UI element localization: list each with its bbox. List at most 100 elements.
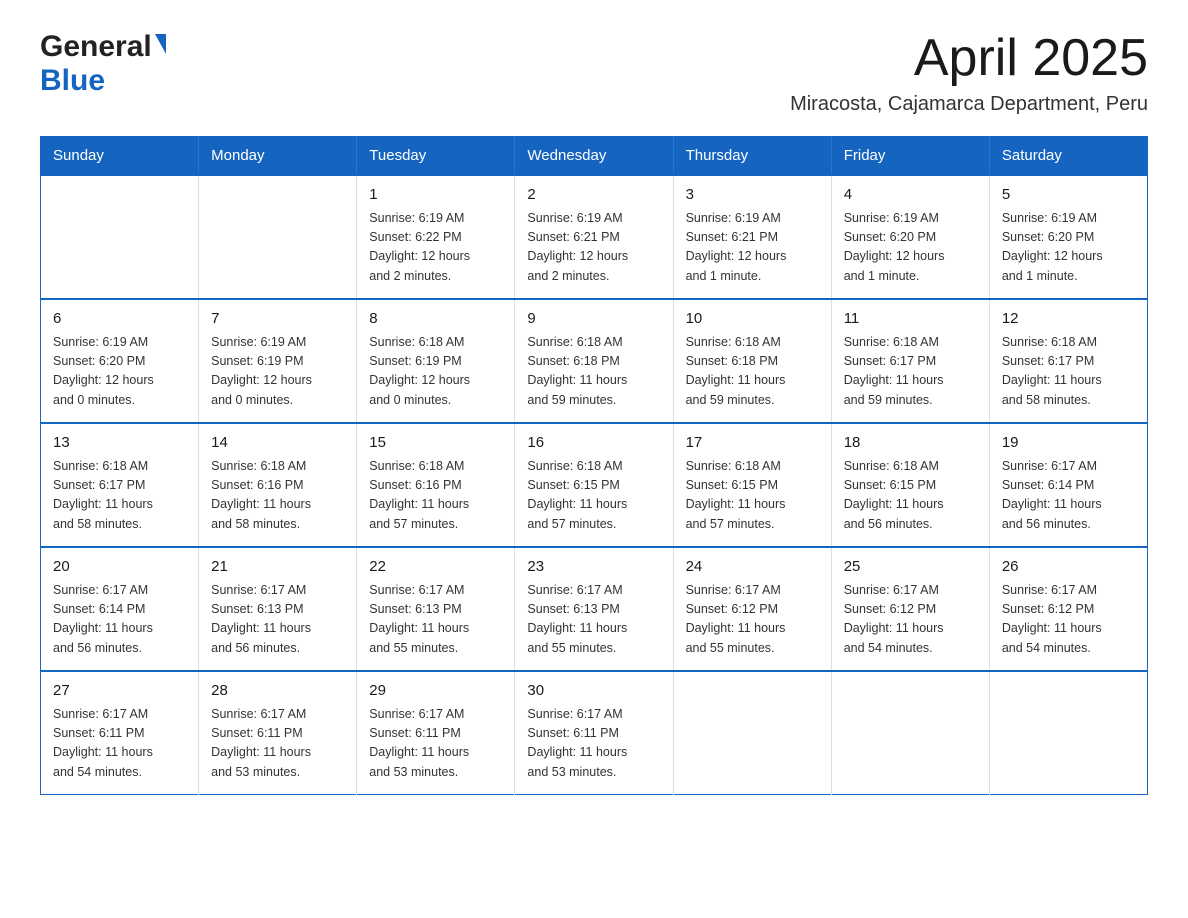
day-info: Sunrise: 6:17 AM Sunset: 6:12 PM Dayligh… [686,581,819,659]
calendar-cell: 28Sunrise: 6:17 AM Sunset: 6:11 PM Dayli… [199,671,357,795]
day-number: 3 [686,184,819,207]
day-number: 16 [527,432,660,455]
logo: General Blue [40,30,166,98]
day-info: Sunrise: 6:17 AM Sunset: 6:12 PM Dayligh… [844,581,977,659]
weekday-header-monday: Monday [199,137,357,176]
calendar-cell: 11Sunrise: 6:18 AM Sunset: 6:17 PM Dayli… [831,299,989,423]
calendar-cell: 12Sunrise: 6:18 AM Sunset: 6:17 PM Dayli… [989,299,1147,423]
calendar-week-row: 6Sunrise: 6:19 AM Sunset: 6:20 PM Daylig… [41,299,1148,423]
calendar-cell: 14Sunrise: 6:18 AM Sunset: 6:16 PM Dayli… [199,423,357,547]
day-number: 8 [369,308,502,331]
calendar-cell: 16Sunrise: 6:18 AM Sunset: 6:15 PM Dayli… [515,423,673,547]
day-number: 30 [527,680,660,703]
logo-arrow-icon [155,34,166,54]
calendar-cell: 15Sunrise: 6:18 AM Sunset: 6:16 PM Dayli… [357,423,515,547]
day-number: 5 [1002,184,1135,207]
day-info: Sunrise: 6:19 AM Sunset: 6:19 PM Dayligh… [211,333,344,411]
day-info: Sunrise: 6:18 AM Sunset: 6:19 PM Dayligh… [369,333,502,411]
calendar-week-row: 20Sunrise: 6:17 AM Sunset: 6:14 PM Dayli… [41,547,1148,671]
calendar-cell: 2Sunrise: 6:19 AM Sunset: 6:21 PM Daylig… [515,175,673,299]
day-number: 7 [211,308,344,331]
calendar-cell [199,175,357,299]
calendar-week-row: 27 Sunrise: 6:17 AM Sunset: 6:11 PM Dayli… [41,671,1148,795]
day-info: Sunrise: 6:19 AM Sunset: 6:21 PM Dayligh… [527,209,660,287]
logo-blue: Blue [40,64,105,97]
day-info: Sunrise: 6:17 AM Sunset: 6:14 PM Dayligh… [53,581,186,659]
calendar-cell: 21Sunrise: 6:17 AM Sunset: 6:13 PM Dayli… [199,547,357,671]
day-number: 26 [1002,556,1135,579]
calendar-cell [989,671,1147,795]
day-info: Sunrise: 6:19 AM Sunset: 6:21 PM Dayligh… [686,209,819,287]
calendar-week-row: 1Sunrise: 6:19 AM Sunset: 6:22 PM Daylig… [41,175,1148,299]
calendar-cell [41,175,199,299]
calendar-cell: 18Sunrise: 6:18 AM Sunset: 6:15 PM Dayli… [831,423,989,547]
calendar-cell: 9Sunrise: 6:18 AM Sunset: 6:18 PM Daylig… [515,299,673,423]
calendar-cell: 1Sunrise: 6:19 AM Sunset: 6:22 PM Daylig… [357,175,515,299]
day-info: Sunrise: 6:18 AM Sunset: 6:18 PM Dayligh… [686,333,819,411]
calendar-cell: 10Sunrise: 6:18 AM Sunset: 6:18 PM Dayli… [673,299,831,423]
day-info: Sunrise: 6:18 AM Sunset: 6:17 PM Dayligh… [1002,333,1135,411]
day-number: 4 [844,184,977,207]
day-info: Sunrise: 6:18 AM Sunset: 6:16 PM Dayligh… [211,457,344,535]
calendar-cell: 13Sunrise: 6:18 AM Sunset: 6:17 PM Dayli… [41,423,199,547]
calendar-cell: 24Sunrise: 6:17 AM Sunset: 6:12 PM Dayli… [673,547,831,671]
day-number: 21 [211,556,344,579]
day-number: 11 [844,308,977,331]
day-number: 23 [527,556,660,579]
calendar-week-row: 13Sunrise: 6:18 AM Sunset: 6:17 PM Dayli… [41,423,1148,547]
calendar-header-row: SundayMondayTuesdayWednesdayThursdayFrid… [41,137,1148,176]
day-info: Sunrise: 6:17 AM Sunset: 6:12 PM Dayligh… [1002,581,1135,659]
day-number: 27 [53,680,186,703]
day-number: 19 [1002,432,1135,455]
weekday-header-saturday: Saturday [989,137,1147,176]
month-title: April 2025 [790,30,1148,87]
calendar-cell: 17Sunrise: 6:18 AM Sunset: 6:15 PM Dayli… [673,423,831,547]
day-number: 28 [211,680,344,703]
calendar-cell: 8Sunrise: 6:18 AM Sunset: 6:19 PM Daylig… [357,299,515,423]
day-number: 17 [686,432,819,455]
day-info: Sunrise: 6:18 AM Sunset: 6:17 PM Dayligh… [844,333,977,411]
day-info: Sunrise: 6:17 AM Sunset: 6:11 PM Dayligh… [369,705,502,783]
calendar-cell: 26Sunrise: 6:17 AM Sunset: 6:12 PM Dayli… [989,547,1147,671]
day-number: 9 [527,308,660,331]
location-title: Miracosta, Cajamarca Department, Peru [790,93,1148,116]
day-info: Sunrise: 6:19 AM Sunset: 6:20 PM Dayligh… [53,333,186,411]
day-info: Sunrise: 6:18 AM Sunset: 6:15 PM Dayligh… [527,457,660,535]
calendar-cell: 3Sunrise: 6:19 AM Sunset: 6:21 PM Daylig… [673,175,831,299]
day-info: Sunrise: 6:17 AM Sunset: 6:13 PM Dayligh… [369,581,502,659]
calendar-cell: 30Sunrise: 6:17 AM Sunset: 6:11 PM Dayli… [515,671,673,795]
calendar-cell: 29Sunrise: 6:17 AM Sunset: 6:11 PM Dayli… [357,671,515,795]
day-info: Sunrise: 6:18 AM Sunset: 6:17 PM Dayligh… [53,457,186,535]
day-number: 25 [844,556,977,579]
calendar-cell: 27Sunrise: 6:17 AM Sunset: 6:11 PM Dayli… [41,671,199,795]
day-info: Sunrise: 6:17 AM Sunset: 6:11 PM Dayligh… [527,705,660,783]
day-number: 20 [53,556,186,579]
calendar-cell: 20Sunrise: 6:17 AM Sunset: 6:14 PM Dayli… [41,547,199,671]
calendar-cell: 4Sunrise: 6:19 AM Sunset: 6:20 PM Daylig… [831,175,989,299]
calendar-cell: 25Sunrise: 6:17 AM Sunset: 6:12 PM Dayli… [831,547,989,671]
day-info: Sunrise: 6:19 AM Sunset: 6:20 PM Dayligh… [1002,209,1135,287]
day-info: Sunrise: 6:17 AM Sunset: 6:13 PM Dayligh… [527,581,660,659]
day-info: Sunrise: 6:19 AM Sunset: 6:22 PM Dayligh… [369,209,502,287]
day-number: 15 [369,432,502,455]
page-header: General Blue April 2025 Miracosta, Cajam… [40,30,1148,116]
calendar-cell: 23Sunrise: 6:17 AM Sunset: 6:13 PM Dayli… [515,547,673,671]
day-info: Sunrise: 6:18 AM Sunset: 6:16 PM Dayligh… [369,457,502,535]
calendar-cell: 5Sunrise: 6:19 AM Sunset: 6:20 PM Daylig… [989,175,1147,299]
day-number: 18 [844,432,977,455]
day-info: Sunrise: 6:18 AM Sunset: 6:15 PM Dayligh… [686,457,819,535]
weekday-header-thursday: Thursday [673,137,831,176]
day-number: 14 [211,432,344,455]
day-info: Sunrise: 6:18 AM Sunset: 6:15 PM Dayligh… [844,457,977,535]
calendar-cell: 6Sunrise: 6:19 AM Sunset: 6:20 PM Daylig… [41,299,199,423]
calendar-cell: 7Sunrise: 6:19 AM Sunset: 6:19 PM Daylig… [199,299,357,423]
calendar-table: SundayMondayTuesdayWednesdayThursdayFrid… [40,136,1148,795]
weekday-header-tuesday: Tuesday [357,137,515,176]
day-number: 12 [1002,308,1135,331]
day-info: Sunrise: 6:18 AM Sunset: 6:18 PM Dayligh… [527,333,660,411]
title-block: April 2025 Miracosta, Cajamarca Departme… [790,30,1148,116]
day-number: 24 [686,556,819,579]
day-number: 2 [527,184,660,207]
calendar-cell [673,671,831,795]
logo-general: General [40,30,152,64]
